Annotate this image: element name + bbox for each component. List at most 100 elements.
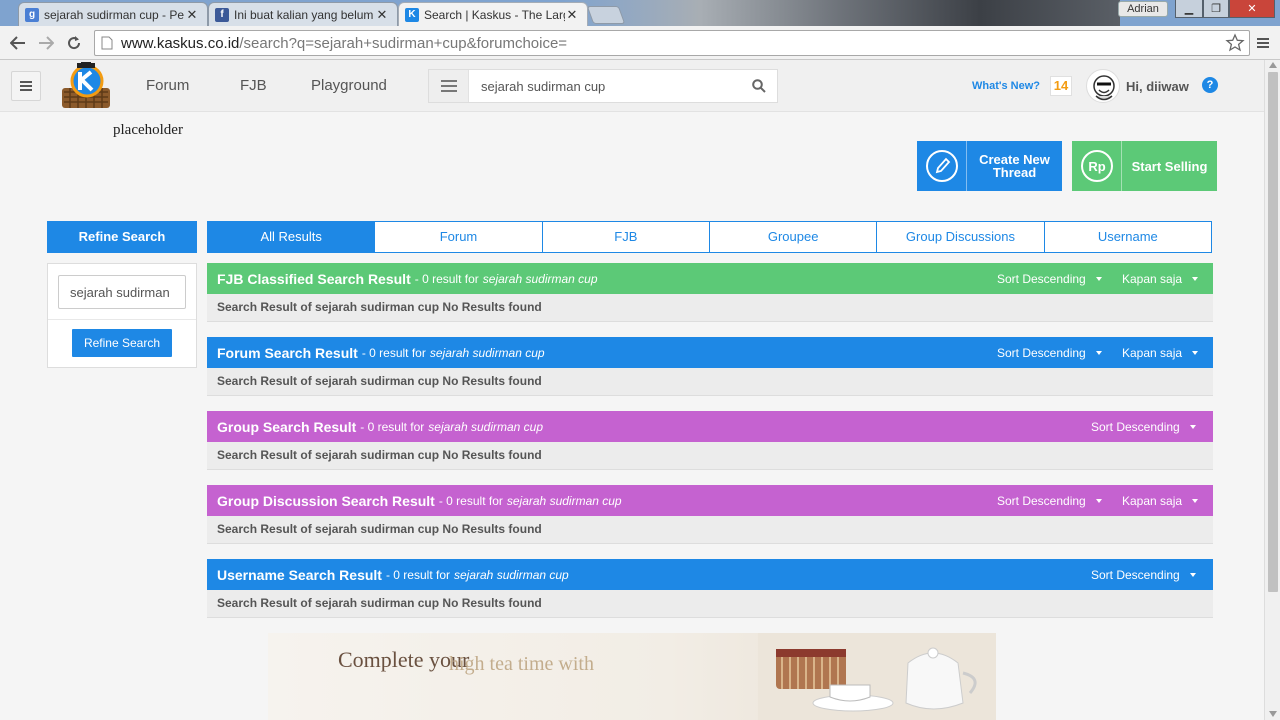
browser-menu-icon[interactable] — [1256, 36, 1270, 50]
pencil-icon — [925, 150, 958, 182]
page-scrollbar[interactable] — [1264, 60, 1280, 720]
result-count: - 0 result for — [414, 271, 479, 286]
time-label: Kapan saja — [1122, 493, 1183, 508]
ad-banner[interactable]: Complete your high tea time with — [268, 633, 996, 720]
user-avatar[interactable] — [1086, 69, 1120, 103]
address-bar[interactable]: www.kaskus.co.id/search?q=sejarah+sudirm… — [94, 30, 1250, 56]
kaskus-logo[interactable] — [58, 62, 116, 112]
section-title: Forum Search Result — [217, 344, 358, 361]
notification-count-badge[interactable]: 14 — [1050, 76, 1072, 96]
create-new-thread-button[interactable]: Create New Thread — [917, 141, 1062, 191]
section-header: FJB Classified Search Result - 0 result … — [207, 263, 1213, 294]
section-header: Forum Search Result - 0 result for sejar… — [207, 337, 1213, 368]
avatar-face-icon — [1093, 75, 1115, 101]
chevron-down-icon — [1095, 498, 1102, 503]
forward-button[interactable] — [36, 34, 56, 52]
hamburger-icon — [20, 81, 32, 91]
chevron-down-icon — [1095, 350, 1102, 355]
scroll-down-icon[interactable] — [1269, 711, 1277, 717]
sort-dropdown[interactable]: Sort Descending — [997, 337, 1102, 368]
sort-dropdown[interactable]: Sort Descending — [1091, 411, 1196, 442]
tab-username[interactable]: Username — [1043, 222, 1211, 252]
tab-title: sejarah sudirman cup - Pe — [44, 7, 185, 22]
username-result-section: Username Search Result - 0 result for se… — [207, 559, 1213, 618]
new-tab-button[interactable] — [586, 6, 626, 24]
time-dropdown[interactable]: Kapan saja — [1122, 263, 1199, 294]
time-label: Kapan saja — [1122, 271, 1183, 286]
reload-button[interactable] — [64, 34, 84, 52]
minimize-window-button[interactable]: ▁ — [1175, 0, 1203, 18]
whats-new-link[interactable]: What's New? — [972, 80, 1040, 92]
page-icon — [101, 36, 113, 50]
chevron-down-icon — [1192, 498, 1199, 503]
time-dropdown[interactable]: Kapan saja — [1122, 485, 1199, 516]
sort-label: Sort Descending — [1091, 567, 1180, 582]
browser-tab-kaskus[interactable]: K Search | Kaskus - The Larg ✕ — [398, 2, 588, 26]
search-category-button[interactable] — [429, 70, 469, 102]
tab-forum[interactable]: Forum — [374, 222, 541, 252]
browser-user-badge[interactable]: Adrian — [1118, 1, 1168, 17]
close-tab-icon[interactable]: ✕ — [565, 7, 579, 23]
refine-search-title: Refine Search — [47, 221, 197, 253]
url-path: /search?q=sejarah+sudirman+cup&forumchoi… — [239, 34, 568, 52]
time-dropdown[interactable]: Kapan saja — [1122, 337, 1199, 368]
sort-label: Sort Descending — [1091, 419, 1180, 434]
section-header: Group Search Result - 0 result for sejar… — [207, 411, 1213, 442]
sort-dropdown[interactable]: Sort Descending — [997, 485, 1102, 516]
site-header: Forum FJB Playground What's New? 14 Hi, … — [0, 60, 1264, 112]
result-count: - 0 result for — [385, 567, 450, 582]
rupiah-icon: Rp — [1080, 150, 1113, 182]
sort-dropdown[interactable]: Sort Descending — [997, 263, 1102, 294]
back-arrow-icon — [10, 36, 25, 50]
kaskus-favicon-icon: K — [405, 7, 419, 22]
desktop-background — [560, 0, 1120, 26]
svg-text:Rp: Rp — [1088, 159, 1105, 174]
site-search-input[interactable] — [469, 78, 741, 94]
refine-search-input[interactable] — [58, 275, 186, 309]
scrollbar-thumb[interactable] — [1268, 72, 1278, 592]
scroll-up-icon[interactable] — [1269, 62, 1277, 68]
start-selling-button[interactable]: Rp Start Selling — [1072, 141, 1217, 191]
close-tab-icon[interactable]: ✕ — [185, 7, 199, 23]
site-menu-button[interactable] — [11, 71, 41, 101]
section-header: Username Search Result - 0 result for se… — [207, 559, 1213, 590]
url-text[interactable]: www.kaskus.co.id/search?q=sejarah+sudirm… — [121, 35, 1225, 52]
reload-icon — [68, 36, 81, 50]
tab-all-results[interactable]: All Results — [208, 222, 375, 252]
ad-subline: high tea time with — [449, 653, 594, 675]
section-title: Group Search Result — [217, 418, 357, 435]
browser-tab-google[interactable]: g sejarah sudirman cup - Pe ✕ — [18, 2, 208, 26]
browser-tab-facebook[interactable]: f Ini buat kalian yang belum ✕ — [208, 2, 398, 26]
bookmark-star-icon[interactable] — [1225, 33, 1245, 53]
section-body: Search Result of sejarah sudirman cup No… — [207, 516, 1213, 544]
help-icon[interactable]: ? — [1202, 77, 1218, 93]
result-tabs: All Results Forum FJB Groupee Group Disc… — [207, 221, 1212, 253]
section-header: Group Discussion Search Result - 0 resul… — [207, 485, 1213, 516]
nav-playground-link[interactable]: Playground — [311, 77, 387, 94]
result-query: sejarah sudirman cup — [482, 271, 598, 286]
chevron-down-icon — [1189, 424, 1196, 429]
result-count: - 0 result for — [438, 493, 503, 508]
result-query: sejarah sudirman cup — [454, 567, 569, 582]
site-search-button[interactable] — [741, 70, 777, 102]
sort-dropdown[interactable]: Sort Descending — [1091, 559, 1196, 590]
tab-groupee[interactable]: Groupee — [708, 222, 876, 252]
maximize-window-button[interactable]: ❐ — [1203, 0, 1229, 18]
section-body: Search Result of sejarah sudirman cup No… — [207, 294, 1213, 322]
tab-fjb[interactable]: FJB — [541, 222, 709, 252]
search-icon — [752, 79, 766, 93]
result-query: sejarah sudirman cup — [428, 419, 544, 434]
kaskus-page: Forum FJB Playground What's New? 14 Hi, … — [0, 60, 1264, 720]
list-icon — [440, 80, 457, 92]
refine-search-button[interactable]: Refine Search — [72, 329, 172, 357]
close-window-button[interactable]: ✕ — [1229, 0, 1275, 18]
nav-forum-link[interactable]: Forum — [146, 77, 189, 94]
fjb-result-section: FJB Classified Search Result - 0 result … — [207, 263, 1213, 322]
back-button[interactable] — [8, 34, 28, 52]
chevron-down-icon — [1192, 350, 1199, 355]
close-tab-icon[interactable]: ✕ — [375, 7, 389, 23]
start-selling-label: Start Selling — [1131, 158, 1208, 174]
user-greeting[interactable]: Hi, diiwaw — [1126, 79, 1189, 94]
nav-fjb-link[interactable]: FJB — [240, 77, 267, 94]
tab-group-discussions[interactable]: Group Discussions — [876, 222, 1043, 252]
